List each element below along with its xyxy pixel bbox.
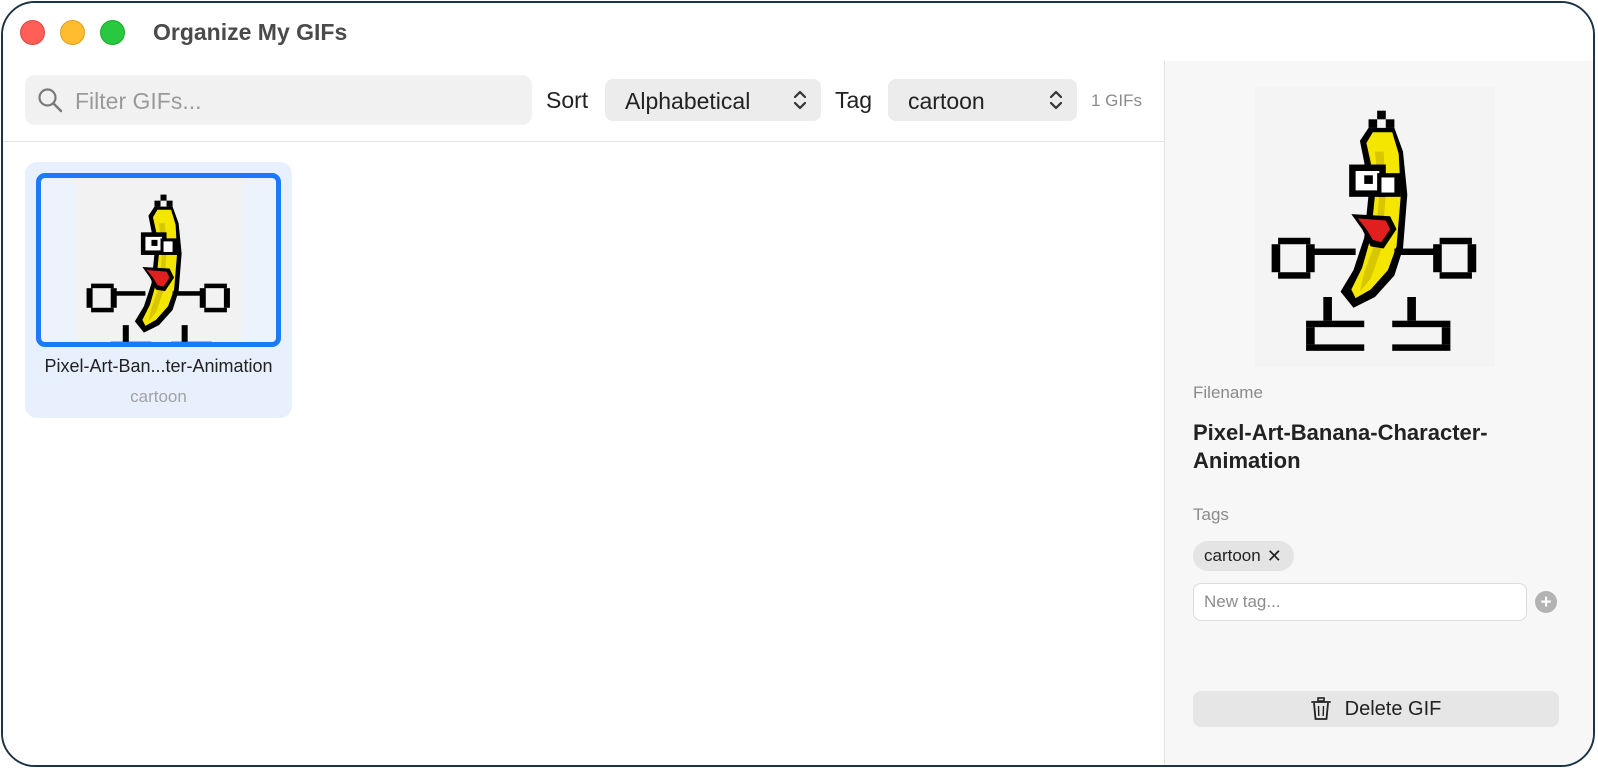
search-field[interactable] — [25, 75, 532, 125]
banana-preview-graphic — [1271, 110, 1477, 351]
new-tag-input[interactable] — [1193, 583, 1527, 621]
sort-label: Sort — [546, 87, 589, 113]
gif-thumbnail-selected[interactable] — [36, 173, 281, 347]
search-input[interactable] — [73, 83, 517, 119]
up-down-chevron-icon — [1049, 90, 1063, 110]
gif-count: 1 GIFs — [1091, 91, 1143, 110]
tag-select[interactable]: cartoon — [888, 79, 1077, 121]
window-title: Organize My GIFs — [153, 19, 348, 45]
zoom-window-button[interactable] — [100, 20, 125, 45]
search-icon — [38, 88, 63, 113]
tags-label: Tags — [1193, 505, 1229, 524]
toolbar: Sort Alphabetical Tag cartoon 1 GIFs — [3, 61, 1186, 142]
gif-thumbnail-image — [76, 178, 242, 342]
tag-chip: cartoon ✕ — [1193, 541, 1294, 571]
sort-select[interactable]: Alphabetical — [605, 79, 821, 121]
add-tag-button[interactable]: + — [1535, 591, 1557, 613]
delete-gif-button[interactable]: Delete GIF — [1193, 691, 1559, 727]
gif-card-name: Pixel-Art-Ban...ter-Animation — [44, 356, 273, 376]
tag-label: Tag — [835, 87, 873, 113]
delete-gif-label: Delete GIF — [1344, 697, 1442, 720]
gif-preview — [1255, 87, 1495, 367]
app-window: Organize My GIFs Sort Alphabetical Tag — [1, 1, 1595, 767]
title-bar: Organize My GIFs — [3, 3, 1593, 62]
filename-value: Pixel-Art-Banana-Character-Animation — [1193, 420, 1488, 473]
gif-card-tag: cartoon — [130, 387, 187, 406]
tag-chip-label: cartoon — [1204, 546, 1261, 565]
filename-label: Filename — [1193, 383, 1263, 402]
up-down-chevron-icon — [793, 90, 807, 110]
gif-browser: Sort Alphabetical Tag cartoon 1 GIFs — [3, 61, 1186, 765]
sort-select-value: Alphabetical — [625, 88, 751, 114]
minimize-window-button[interactable] — [60, 20, 85, 45]
close-window-button[interactable] — [20, 20, 45, 45]
trash-icon — [1310, 697, 1331, 720]
tag-select-value: cartoon — [908, 88, 985, 114]
banana-thumbnail-graphic — [86, 194, 230, 342]
detail-panel: Filename Pixel-Art-Banana-Character-Anim… — [1164, 61, 1593, 765]
gif-card[interactable]: Pixel-Art-Ban...ter-Animation cartoon — [25, 162, 292, 418]
remove-tag-icon[interactable]: ✕ — [1267, 546, 1282, 567]
